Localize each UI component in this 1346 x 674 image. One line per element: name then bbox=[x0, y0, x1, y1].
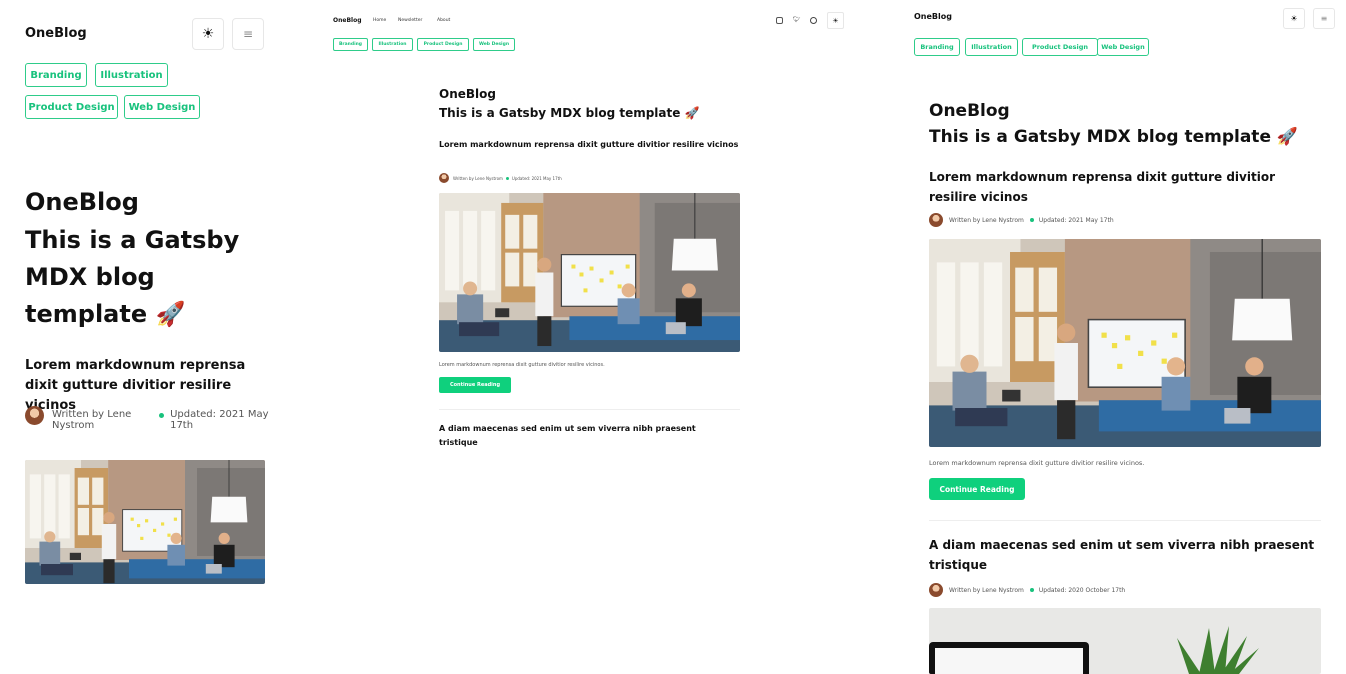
post-meta: Written by Lene Nystrom Updated: 2020 Oc… bbox=[929, 583, 1125, 597]
tag-branding[interactable]: Branding bbox=[333, 38, 368, 51]
site-logo[interactable]: OneBlog bbox=[333, 17, 362, 24]
post-divider bbox=[929, 520, 1321, 521]
tablet-preview: OneBlog ☀ ≡ Branding Illustration Produc… bbox=[905, 0, 1346, 674]
theme-toggle-button[interactable]: ☀ bbox=[827, 12, 844, 29]
post-meta: Written by Lene Nystrom Updated: 2021 Ma… bbox=[25, 406, 270, 431]
desktop-preview: OneBlog Home Newsletter About 🐦︎ ☀ Brand… bbox=[322, 0, 862, 500]
post-divider bbox=[439, 409, 740, 410]
tag-web-design[interactable]: Web Design bbox=[124, 95, 200, 119]
post-cover-image[interactable] bbox=[25, 460, 265, 584]
post-excerpt: Lorem markdownum reprensa dixit gutture … bbox=[929, 459, 1145, 467]
tag-web-design[interactable]: Web Design bbox=[1097, 38, 1149, 56]
hero-subtitle: This is a Gatsby MDX blog template 🚀 bbox=[25, 226, 240, 328]
tag-product-design[interactable]: Product Design bbox=[1022, 38, 1098, 56]
post-author: Written by Lene Nystrom bbox=[52, 409, 132, 431]
hero-title: OneBlog bbox=[929, 101, 1010, 121]
status-dot bbox=[1029, 588, 1034, 592]
tag-illustration[interactable]: Illustration bbox=[95, 63, 168, 87]
post-author: Written by Lene Nystrom bbox=[949, 586, 1024, 594]
post-title[interactable]: Lorem markdownum reprensa dixit gutture … bbox=[929, 167, 1319, 207]
post-cover-image[interactable] bbox=[439, 193, 740, 352]
site-logo[interactable]: OneBlog bbox=[914, 12, 952, 21]
post-updated: Updated: 2021 May 17th bbox=[1038, 216, 1114, 224]
tag-web-design[interactable]: Web Design bbox=[473, 38, 515, 51]
continue-reading-button[interactable]: Continue Reading bbox=[439, 377, 511, 393]
hero-title: OneBlog bbox=[25, 188, 139, 216]
theme-toggle-button[interactable]: ☀ bbox=[192, 18, 224, 50]
github-icon[interactable] bbox=[810, 17, 817, 24]
twitter-icon[interactable]: 🐦︎ bbox=[793, 16, 801, 23]
post-author: Written by Lene Nystrom bbox=[949, 216, 1024, 224]
post-meta: Written by Lene Nystrom Updated: 2021 Ma… bbox=[439, 173, 562, 183]
tag-product-design[interactable]: Product Design bbox=[25, 95, 118, 119]
nav-home[interactable]: Home bbox=[373, 18, 386, 23]
post-excerpt: Lorem markdownum reprensa dixit gutture … bbox=[439, 362, 605, 368]
menu-button[interactable]: ≡ bbox=[1313, 8, 1335, 29]
theme-toggle-button[interactable]: ☀ bbox=[1283, 8, 1305, 29]
hamburger-menu-icon: ≡ bbox=[242, 27, 254, 41]
instagram-icon[interactable] bbox=[776, 17, 783, 24]
menu-button[interactable]: ≡ bbox=[232, 18, 264, 50]
tag-illustration[interactable]: Illustration bbox=[372, 38, 413, 51]
post-updated: Updated: 2021 May 17th bbox=[170, 409, 269, 431]
hero-title: OneBlog bbox=[439, 87, 496, 101]
status-dot bbox=[159, 413, 165, 418]
post-updated: Updated: 2020 October 17th bbox=[1038, 586, 1126, 594]
post-title[interactable]: Lorem markdownum reprensa dixit gutture … bbox=[439, 138, 739, 152]
hero-subtitle: This is a Gatsby MDX blog template 🚀 bbox=[929, 127, 1299, 147]
status-dot bbox=[505, 176, 509, 180]
nav-about[interactable]: About bbox=[437, 18, 450, 23]
hero-subtitle: This is a Gatsby MDX blog template 🚀 bbox=[439, 106, 700, 120]
post-title[interactable]: A diam maecenas sed enim ut sem viverra … bbox=[439, 422, 729, 450]
status-dot bbox=[1029, 218, 1034, 222]
nav-newsletter[interactable]: Newsletter bbox=[398, 18, 422, 23]
post-updated: Updated: 2021 May 17th bbox=[511, 175, 562, 181]
post-cover-image[interactable] bbox=[929, 608, 1321, 674]
post-author: Written by Lene Nystrom bbox=[453, 175, 503, 181]
post-cover-image[interactable] bbox=[929, 239, 1321, 447]
post-meta: Written by Lene Nystrom Updated: 2021 Ma… bbox=[929, 213, 1114, 227]
hamburger-menu-icon: ≡ bbox=[1320, 14, 1328, 23]
site-logo[interactable]: OneBlog bbox=[25, 26, 87, 41]
author-avatar bbox=[929, 213, 943, 227]
author-avatar bbox=[25, 406, 44, 425]
tag-product-design[interactable]: Product Design bbox=[417, 38, 469, 51]
author-avatar bbox=[439, 173, 449, 183]
sun-icon: ☀ bbox=[832, 16, 839, 25]
sun-icon: ☀ bbox=[201, 26, 215, 42]
sun-icon: ☀ bbox=[1290, 14, 1298, 23]
post-title[interactable]: A diam maecenas sed enim ut sem viverra … bbox=[929, 535, 1319, 575]
author-avatar bbox=[929, 583, 943, 597]
continue-reading-button[interactable]: Continue Reading bbox=[929, 478, 1025, 500]
tag-illustration[interactable]: Illustration bbox=[965, 38, 1018, 56]
tag-branding[interactable]: Branding bbox=[914, 38, 960, 56]
mobile-preview: OneBlog ☀ ≡ Branding Illustration Produc… bbox=[0, 0, 290, 590]
tag-branding[interactable]: Branding bbox=[25, 63, 87, 87]
